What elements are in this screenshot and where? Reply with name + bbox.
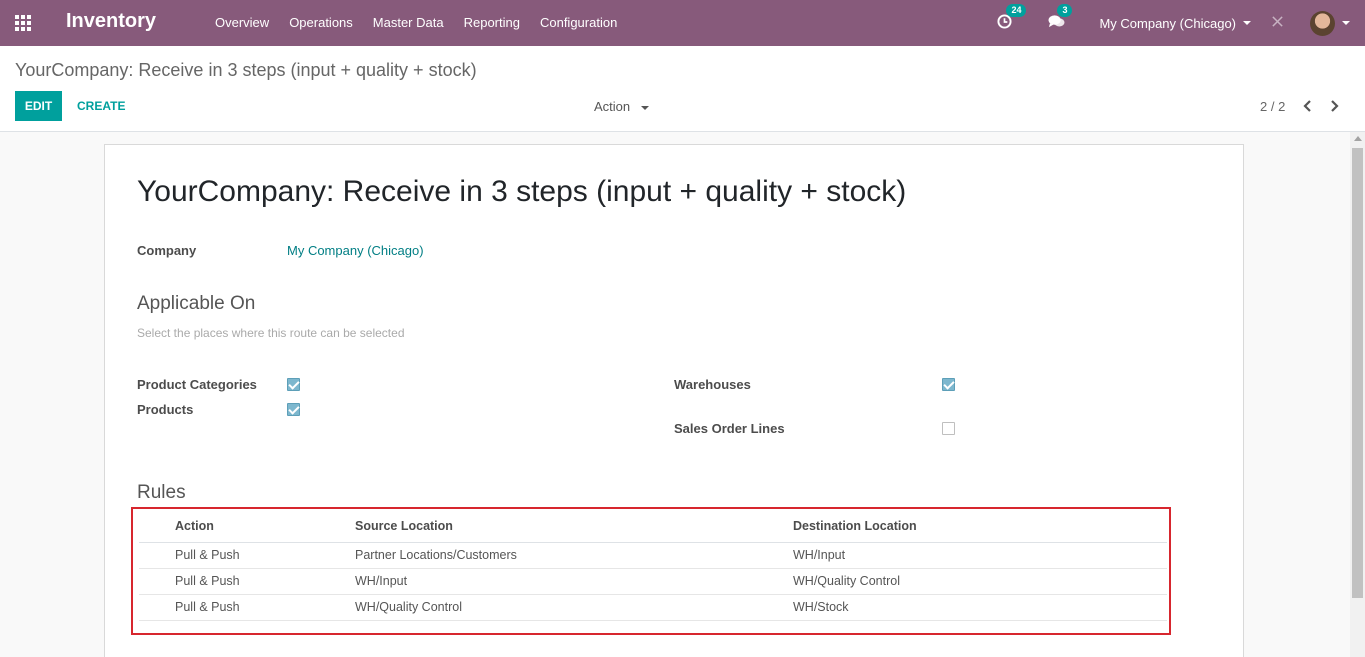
top-navbar: Inventory Overview Operations Master Dat… [0, 0, 1365, 46]
menu-overview[interactable]: Overview [205, 0, 279, 46]
rule-destination-cell: WH/Stock [793, 594, 1167, 621]
activity-count-badge: 24 [1006, 4, 1027, 17]
user-menu[interactable] [1310, 10, 1350, 36]
chevron-down-icon [640, 105, 649, 110]
rule-destination-cell: WH/Quality Control [793, 568, 1167, 595]
products-checkbox[interactable] [287, 403, 300, 416]
rules-title: Rules [137, 482, 186, 503]
app-brand[interactable]: Inventory [66, 10, 156, 33]
messaging-menu[interactable]: 3 [1048, 4, 1073, 32]
vertical-scrollbar[interactable] [1350, 132, 1365, 657]
record-title: YourCompany: Receive in 3 steps (input +… [137, 175, 907, 208]
applicable-on-help: Select the places where this route can b… [137, 326, 405, 340]
table-row[interactable]: Pull & Push Partner Locations/Customers … [139, 542, 1167, 569]
scroll-up-arrow-icon[interactable] [1354, 136, 1362, 141]
apps-menu-icon[interactable] [15, 15, 31, 31]
pager-previous-button[interactable] [1299, 97, 1317, 115]
warehouses-checkbox[interactable] [942, 378, 955, 391]
sales-order-lines-checkbox[interactable] [942, 422, 955, 435]
rule-destination-cell: WH/Input [793, 542, 1167, 569]
message-count-badge: 3 [1057, 4, 1073, 17]
rule-source-cell: Partner Locations/Customers [355, 542, 793, 569]
debug-toggle[interactable] [1271, 15, 1284, 31]
action-dropdown[interactable]: Action [594, 99, 649, 114]
create-button[interactable]: CREATE [68, 91, 134, 121]
edit-button[interactable]: EDIT [15, 91, 62, 121]
applicable-on-title: Applicable On [137, 293, 256, 314]
chevron-down-icon [1243, 21, 1251, 25]
rules-table-header: Action Source Location Destination Locat… [139, 511, 1167, 543]
tools-icon [1272, 16, 1283, 27]
form-sheet: YourCompany: Receive in 3 steps (input +… [104, 144, 1244, 657]
column-header-action[interactable]: Action [139, 511, 355, 543]
rule-source-cell: WH/Quality Control [355, 594, 793, 621]
activity-menu[interactable]: 24 [997, 4, 1027, 32]
chevron-left-icon [1303, 100, 1311, 112]
menu-master-data[interactable]: Master Data [363, 0, 454, 46]
rule-source-cell: WH/Input [355, 568, 793, 595]
action-dropdown-label: Action [594, 99, 631, 114]
rule-action-cell: Pull & Push [139, 594, 355, 621]
rules-highlight-box: Action Source Location Destination Locat… [131, 507, 1171, 635]
main-menu: Overview Operations Master Data Reportin… [205, 0, 627, 46]
chevron-down-icon [1342, 21, 1350, 25]
rule-action-cell: Pull & Push [139, 568, 355, 595]
company-switcher[interactable]: My Company (Chicago) [1099, 16, 1251, 31]
sales-order-lines-label: Sales Order Lines [674, 421, 785, 436]
pager-next-button[interactable] [1325, 97, 1343, 115]
pager-value: 2 / 2 [1260, 99, 1286, 114]
menu-configuration[interactable]: Configuration [530, 0, 627, 46]
table-row[interactable]: Pull & Push WH/Quality Control WH/Stock [139, 594, 1167, 621]
column-header-source-location[interactable]: Source Location [355, 511, 793, 543]
product-categories-checkbox[interactable] [287, 378, 300, 391]
systray: 24 3 My Company (Chicago) [997, 0, 1365, 46]
product-categories-label: Product Categories [137, 377, 257, 392]
company-link[interactable]: My Company (Chicago) [287, 243, 424, 258]
rule-action-cell: Pull & Push [139, 542, 355, 569]
form-content-area: YourCompany: Receive in 3 steps (input +… [0, 132, 1350, 657]
menu-reporting[interactable]: Reporting [454, 0, 530, 46]
table-row[interactable]: Pull & Push WH/Input WH/Quality Control [139, 568, 1167, 595]
company-label: Company [137, 243, 197, 258]
scrollbar-thumb[interactable] [1352, 148, 1363, 598]
menu-operations[interactable]: Operations [279, 0, 363, 46]
breadcrumb: YourCompany: Receive in 3 steps (input +… [15, 60, 477, 80]
column-header-destination-location[interactable]: Destination Location [793, 511, 1167, 543]
products-label: Products [137, 402, 194, 417]
user-avatar [1310, 10, 1335, 36]
chevron-right-icon [1331, 100, 1339, 112]
company-switcher-label: My Company (Chicago) [1099, 15, 1236, 31]
control-panel: YourCompany: Receive in 3 steps (input +… [0, 46, 1365, 132]
warehouses-label: Warehouses [674, 377, 751, 392]
rules-table: Action Source Location Destination Locat… [139, 511, 1167, 621]
